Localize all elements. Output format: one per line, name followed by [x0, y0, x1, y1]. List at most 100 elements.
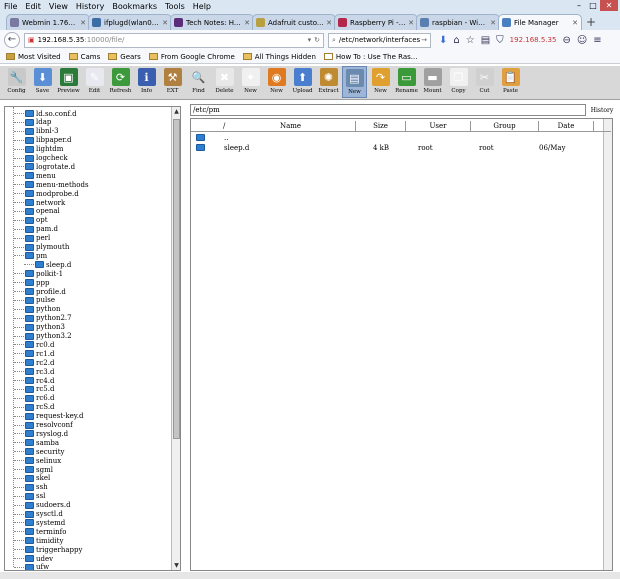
toolbar-new-button[interactable]: ◉ New	[264, 66, 289, 98]
tree-item[interactable]: systemd	[25, 518, 65, 527]
menu-help[interactable]: Help	[189, 2, 215, 11]
bookmark-item[interactable]: How To : Use The Ras...	[323, 53, 417, 61]
tree-item[interactable]: modprobe.d	[25, 189, 79, 198]
toolbar-new-button[interactable]: ▤ New	[342, 66, 367, 98]
tree-item[interactable]: request-key.d	[25, 412, 84, 421]
toolbar-paste-button[interactable]: 📋 Paste	[498, 66, 523, 98]
tree-item[interactable]: menu	[25, 171, 56, 180]
tree-item[interactable]: pam.d	[25, 225, 58, 234]
path-field[interactable]: /etc/pm	[190, 104, 586, 116]
tree-item[interactable]: rc3.d	[25, 367, 54, 376]
maximize-button[interactable]: □	[586, 0, 600, 11]
tree-item[interactable]: terminfo	[25, 527, 67, 536]
toolbar-ext-button[interactable]: ⚒ EXT	[160, 66, 185, 98]
tree-item[interactable]: rc4.d	[25, 376, 54, 385]
chat-icon[interactable]: ☺	[577, 35, 587, 46]
bookmark-item[interactable]: Cams	[68, 53, 100, 61]
tree-item[interactable]: plymouth	[25, 243, 69, 252]
tree-item[interactable]: ufw	[25, 563, 49, 570]
addon-icon[interactable]: ⊖	[562, 35, 570, 46]
bookmark-item[interactable]: All Things Hidden	[242, 53, 316, 61]
minimize-button[interactable]: –	[572, 0, 586, 11]
bookmark-item[interactable]: From Google Chrome	[148, 53, 235, 61]
tree-item[interactable]: timidity	[25, 536, 63, 545]
toolbar-new-button[interactable]: ↷ New	[368, 66, 393, 98]
reading-list-icon[interactable]: ▤	[481, 35, 490, 46]
toolbar-extract-button[interactable]: ✺ Extract	[316, 66, 341, 98]
toolbar-upload-button[interactable]: ⬆ Upload	[290, 66, 315, 98]
tree-item[interactable]: ppp	[25, 278, 49, 287]
toolbar-mount-button[interactable]: ▬ Mount	[420, 66, 445, 98]
history-button[interactable]: History	[588, 105, 616, 117]
download-arrow-icon[interactable]: ⬇	[439, 35, 447, 46]
tree-item[interactable]: python3	[25, 323, 65, 332]
tree-item[interactable]: sudoers.d	[25, 501, 71, 510]
tab-0[interactable]: Webmin 1.760 ... ✕	[6, 14, 90, 30]
scroll-up-icon[interactable]: ▲	[172, 107, 180, 116]
home-icon[interactable]: ⌂	[453, 35, 459, 46]
tree-item[interactable]: profile.d	[25, 287, 66, 296]
toolbar-copy-button[interactable]: ❐ Copy	[446, 66, 471, 98]
tree-item[interactable]: python	[25, 305, 60, 314]
tree-item[interactable]: python2.7	[25, 314, 72, 323]
tree-item[interactable]: rc1.d	[25, 349, 54, 358]
tree-item[interactable]: ssl	[25, 492, 45, 501]
reload-icon[interactable]: ↻	[314, 36, 320, 44]
tree-item[interactable]: udev	[25, 554, 53, 563]
toolbar-edit-button[interactable]: ✎ Edit	[82, 66, 107, 98]
search-field[interactable]: ⌕ /etc/network/interfaces →	[328, 32, 431, 48]
list-scrollbar[interactable]	[603, 119, 612, 570]
tab-close-icon[interactable]: ✕	[408, 19, 414, 27]
column-header-name[interactable]: Name	[226, 121, 356, 131]
table-row[interactable]: ..	[191, 133, 611, 143]
bookmark-item[interactable]: Gears	[108, 53, 141, 61]
tab-close-icon[interactable]: ✕	[572, 19, 578, 27]
ip-indicator[interactable]: 192.168.5.35	[510, 36, 557, 44]
tree-item[interactable]: openal	[25, 207, 60, 216]
tree-item[interactable]: rc6.d	[25, 394, 54, 403]
tree-item[interactable]: perl	[25, 234, 50, 243]
toolbar-rename-button[interactable]: ▭ Rename	[394, 66, 419, 98]
tab-2[interactable]: Tech Notes: H... ✕	[170, 14, 254, 30]
tree-item[interactable]: selinux	[25, 456, 61, 465]
toolbar-save-button[interactable]: ⬇ Save	[30, 66, 55, 98]
toolbar-info-button[interactable]: ℹ Info	[134, 66, 159, 98]
tree-item[interactable]: samba	[25, 438, 59, 447]
menu-bookmarks[interactable]: Bookmarks	[108, 2, 161, 11]
new-tab-button[interactable]: +	[586, 14, 596, 30]
close-window-button[interactable]: ✕	[600, 0, 618, 11]
tree-item[interactable]: rcS.d	[25, 403, 55, 412]
toolbar-delete-button[interactable]: ✖ Delete	[212, 66, 237, 98]
tab-1[interactable]: ifplugd(wlan0) ... ✕	[88, 14, 172, 30]
toolbar-refresh-button[interactable]: ⟳ Refresh	[108, 66, 133, 98]
tab-close-icon[interactable]: ✕	[244, 19, 250, 27]
menu-tools[interactable]: Tools	[161, 2, 189, 11]
tree-item[interactable]: rc2.d	[25, 358, 54, 367]
file-name[interactable]: ..	[224, 133, 228, 143]
tab-3[interactable]: Adafruit custo... ✕	[252, 14, 336, 30]
search-go-icon[interactable]: →	[421, 36, 427, 44]
tree-item[interactable]: pm	[25, 251, 47, 260]
file-name[interactable]: sleep.d	[224, 143, 249, 153]
menu-file[interactable]: File	[0, 2, 21, 11]
tree-item[interactable]: sgml	[25, 465, 53, 474]
toolbar-preview-button[interactable]: ▣ Preview	[56, 66, 81, 98]
menu-edit[interactable]: Edit	[21, 2, 45, 11]
bookmark-item[interactable]: Most Visited	[6, 53, 61, 61]
hamburger-menu-icon[interactable]: ≡	[593, 35, 601, 46]
tab-6[interactable]: File Manager ✕	[498, 14, 582, 30]
tree-item[interactable]: security	[25, 447, 65, 456]
tree-item[interactable]: network	[25, 198, 65, 207]
tree-scrollbar[interactable]: ▲ ▼	[171, 107, 180, 570]
toolbar-cut-button[interactable]: ✂ Cut	[472, 66, 497, 98]
tree-item[interactable]: python3.2	[25, 332, 72, 341]
tree-item[interactable]: triggerhappy	[25, 545, 82, 554]
menu-view[interactable]: View	[45, 2, 72, 11]
column-header-date[interactable]: Date	[539, 121, 594, 131]
tree-item[interactable]: logcheck	[25, 154, 68, 163]
tree-item[interactable]: ld.so.conf.d	[25, 109, 77, 118]
tree-item[interactable]: sleep.d	[35, 260, 71, 269]
tab-close-icon[interactable]: ✕	[490, 19, 496, 27]
menu-history[interactable]: History	[72, 2, 108, 11]
tree-scroll-thumb[interactable]	[173, 119, 180, 439]
